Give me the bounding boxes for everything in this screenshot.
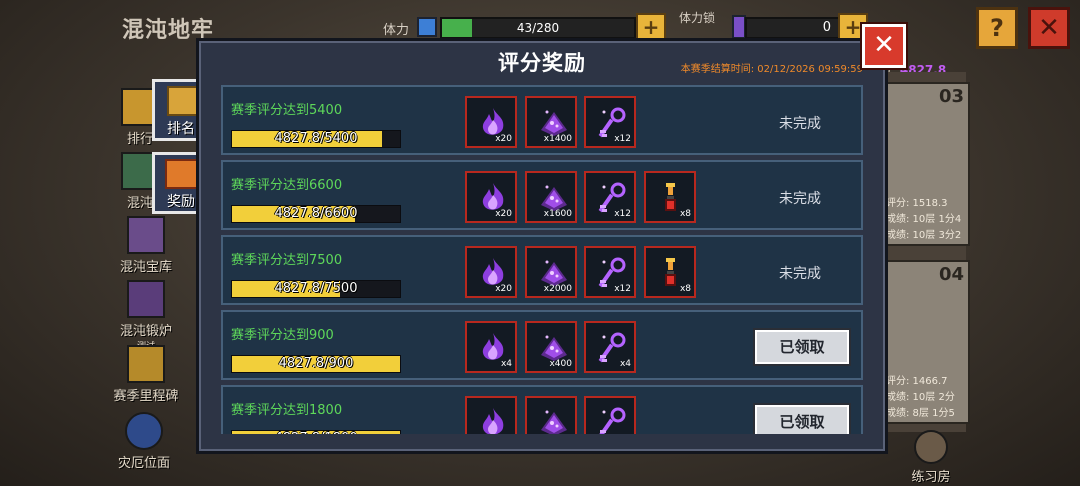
reward-quantity: x12 [614, 209, 631, 219]
practice-room-button[interactable]: 练习房 [903, 430, 959, 485]
reward-quantity: x4 [500, 359, 512, 369]
purple-key-icon [598, 406, 628, 434]
stamina-lock-label: 体力锁 [679, 11, 716, 25]
reward-row: 赛季评分达到5400 4827.8/5400 x20 x1400 x12 未完成 [221, 85, 863, 155]
reward-item[interactable]: x12 [584, 171, 636, 223]
lock-icon [732, 15, 746, 39]
trophy-icon [167, 86, 199, 116]
reward-quantity: x20 [495, 209, 512, 219]
reward-item[interactable]: x1600 [525, 171, 577, 223]
rating-rewards-dialog: 评分奖励 本赛季结算时间: 02/12/2026 09:59:59 赛季评分达到… [196, 38, 888, 454]
reward-quantity: x2000 [543, 284, 572, 294]
stage-card[interactable]: 03 评分: 1518.3 成绩: 10层 1分4 成绩: 10层 3分2 [880, 82, 970, 246]
stamina-potion-icon [417, 17, 437, 37]
reward-quantity: x8 [679, 209, 691, 219]
reward-item[interactable]: x20 [465, 246, 517, 298]
torch-potion-icon [658, 256, 682, 294]
stamina-value: 43/280 [516, 21, 560, 35]
score-progress-text: 4827.8/5400 [274, 131, 358, 146]
stage-card[interactable]: 04 评分: 1466.7 成绩: 10层 2分 成绩: 8层 1分5 [880, 260, 970, 424]
score-progress-text: 4827.8/7500 [274, 281, 358, 296]
practice-icon [914, 430, 948, 464]
reward-item[interactable]: x12 [584, 96, 636, 148]
reward-item[interactable]: x12 [584, 246, 636, 298]
reward-item[interactable] [584, 396, 636, 434]
reward-item[interactable]: x4 [465, 321, 517, 373]
reward-item[interactable] [525, 396, 577, 434]
incomplete-status: 未完成 [779, 191, 821, 207]
stamina-lock-bar: 0 [745, 17, 841, 39]
purple-dust-pile-icon [539, 406, 569, 434]
season-end-time: 本赛季结算时间: 02/12/2026 09:59:59 [680, 64, 863, 75]
claimed-button[interactable]: 已领取 [753, 403, 851, 434]
reward-quantity: x1400 [543, 134, 572, 144]
reward-item[interactable]: x400 [525, 321, 577, 373]
stamina-lock-value: 0 [822, 20, 831, 35]
reward-item[interactable]: x1400 [525, 96, 577, 148]
reward-threshold-label: 赛季评分达到7500 [231, 253, 343, 268]
score-progress-text: 4827.8/900 [278, 356, 354, 371]
sidebar-item-season-milestone[interactable]: 赛季里程碑 [106, 345, 186, 404]
reward-row: 赛季评分达到900 4827.8/900 x4 x400 x4 已领取 [221, 310, 863, 380]
score-progress-bar: 4827.8/900 [231, 355, 401, 373]
stamina-bar: 43/280 [440, 17, 636, 39]
vault-icon [127, 216, 165, 254]
torch-potion-icon [658, 181, 682, 219]
reward-item[interactable]: x4 [584, 321, 636, 373]
reward-quantity: x20 [495, 284, 512, 294]
reward-threshold-label: 赛季评分达到5400 [231, 103, 343, 118]
reward-quantity: x12 [614, 284, 631, 294]
reward-quantity: x1600 [543, 209, 572, 219]
reward-threshold-label: 赛季评分达到900 [231, 328, 334, 343]
reward-quantity: x400 [549, 359, 572, 369]
star-badge-icon [127, 345, 165, 383]
score-progress-bar: 4827.8/5400 [231, 130, 401, 148]
reward-threshold-label: 赛季评分达到6600 [231, 178, 343, 193]
reward-item[interactable]: x20 [465, 96, 517, 148]
reward-item[interactable] [465, 396, 517, 434]
sidebar-item-chaos-vault[interactable]: 混沌宝库 [106, 216, 186, 275]
reward-row: 赛季评分达到6600 4827.8/6600 x20 x1600 x12 x8 未完成 [221, 160, 863, 230]
reward-item[interactable]: x20 [465, 171, 517, 223]
sidebar-item-chaos-forge[interactable]: 混沌锻炉 测试 [106, 280, 186, 352]
reward-quantity: x4 [619, 359, 631, 369]
incomplete-status: 未完成 [779, 266, 821, 282]
score-progress-text: 4827.8/1800 [232, 431, 400, 434]
score-progress-text: 4827.8/6600 [274, 206, 358, 221]
forge-icon [127, 280, 165, 318]
reward-quantity: x8 [679, 284, 691, 294]
help-button[interactable]: ? [976, 7, 1018, 49]
stage-list-panel: 03 评分: 1518.3 成绩: 10层 1分4 成绩: 10层 3分2 04… [880, 72, 970, 432]
reward-list[interactable]: 赛季评分达到5400 4827.8/5400 x20 x1400 x12 未完成 赛季评分达… [221, 85, 865, 434]
reward-item[interactable]: x8 [644, 246, 696, 298]
close-button[interactable]: ✕ [860, 22, 908, 70]
score-progress-bar: 4827.8/7500 [231, 280, 401, 298]
stamina-label: 体力 [383, 23, 410, 38]
score-progress-bar: 4827.8/6600 [231, 205, 401, 223]
claimed-button[interactable]: 已领取 [753, 328, 851, 366]
vortex-icon [125, 412, 163, 450]
reward-quantity: x12 [614, 134, 631, 144]
reward-row: 赛季评分达到7500 4827.8/7500 x20 x2000 x12 x8 未完成 [221, 235, 863, 305]
reward-item[interactable]: x8 [644, 171, 696, 223]
reward-threshold-label: 赛季评分达到1800 [231, 403, 343, 418]
exit-button[interactable]: ✕ [1028, 7, 1070, 49]
reward-item[interactable]: x2000 [525, 246, 577, 298]
purple-flame-icon [479, 406, 507, 434]
reward-quantity: x20 [495, 134, 512, 144]
sidebar-item-calamity-plane[interactable]: 灾厄位面 [104, 412, 184, 471]
score-progress-bar: 4827.8/1800 [231, 430, 401, 434]
reward-row: 赛季评分达到1800 4827.8/1800 已领取 [221, 385, 863, 434]
incomplete-status: 未完成 [779, 116, 821, 132]
